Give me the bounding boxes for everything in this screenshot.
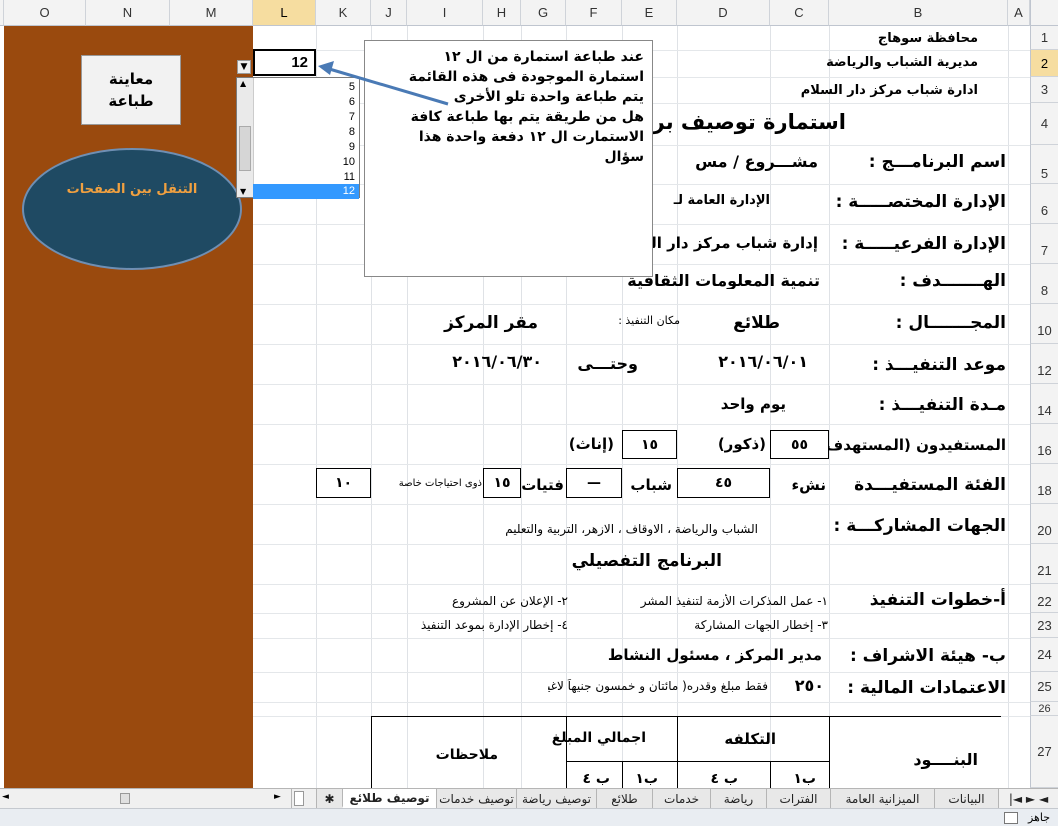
sheet-tab[interactable]: خدمات <box>652 789 710 808</box>
sheet-tab[interactable]: رياضة <box>710 789 766 808</box>
tab-active[interactable]: توصيف طلائع <box>342 789 436 808</box>
sheet-tab[interactable]: طلائع <box>596 789 652 808</box>
horizontal-scrollbar[interactable]: ◄ ► <box>0 789 292 808</box>
new-sheet-icon[interactable]: ✱ <box>316 789 342 808</box>
sheet-tab[interactable]: توصيف خدمات <box>436 789 516 808</box>
status-bar: جاهز <box>0 808 1058 826</box>
sheet-tab[interactable]: البيانات <box>934 789 998 808</box>
sheet-tabs-bar: ◄ ► ✱ توصيف طلائع توصيف خدمات توصيف رياض… <box>0 788 1058 808</box>
sheet-tab[interactable]: الفترات <box>766 789 830 808</box>
macro-record-icon[interactable] <box>1004 812 1018 824</box>
sheet-tab[interactable]: الميزانية العامة <box>830 789 934 808</box>
callout-arrow-icon <box>318 61 449 106</box>
tab-scroll-arrows[interactable]: ◄ ► ◄| <box>998 789 1058 808</box>
sheet-tab[interactable]: توصيف رياضة <box>516 789 596 808</box>
status-text: جاهز <box>1027 811 1050 824</box>
tab-split-handle[interactable] <box>294 791 304 806</box>
